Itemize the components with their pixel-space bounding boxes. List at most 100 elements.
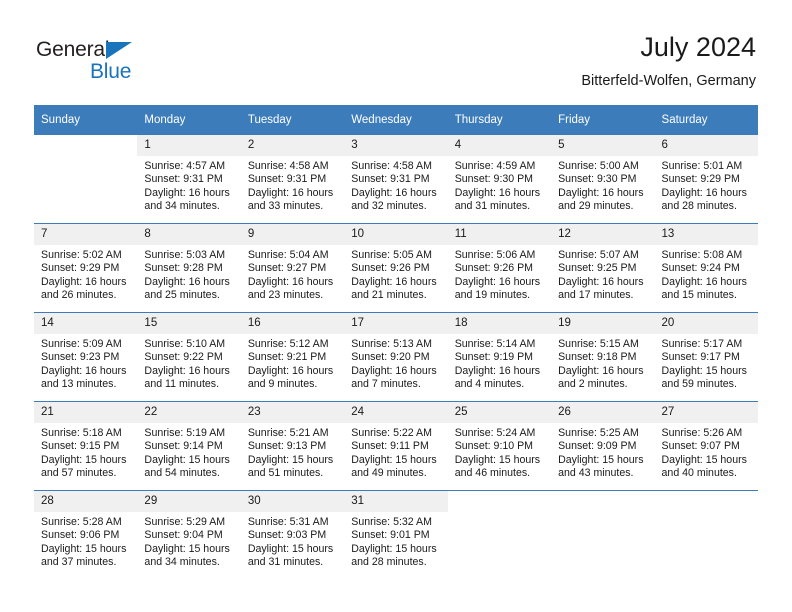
day-number: 25	[447, 402, 552, 423]
logo-text-general: General	[36, 38, 110, 61]
sunrise-text: Sunrise: 5:02 AM	[41, 249, 122, 261]
day-cell[interactable]: 5 Sunrise: 5:00 AM Sunset: 9:30 PM Dayli…	[551, 134, 655, 224]
day-cell[interactable]: 10 Sunrise: 5:05 AM Sunset: 9:26 PM Dayl…	[344, 223, 448, 313]
calendar-grid: Sunday Monday Tuesday Wednesday Thursday…	[34, 105, 758, 579]
day-cell[interactable]: 28 Sunrise: 5:28 AM Sunset: 9:06 PM Dayl…	[34, 490, 138, 579]
day-number: 19	[551, 313, 655, 334]
daylight-text-line2: and 25 minutes.	[144, 289, 220, 302]
day-number: 12	[551, 224, 655, 245]
calendar-week-row: 28 Sunrise: 5:28 AM Sunset: 9:06 PM Dayl…	[34, 490, 758, 579]
sunrise-text: Sunrise: 5:22 AM	[351, 427, 432, 439]
day-number: 20	[654, 313, 758, 334]
day-details: Sunrise: 5:02 AM Sunset: 9:29 PM Dayligh…	[34, 245, 137, 303]
day-details: Sunrise: 5:01 AM Sunset: 9:29 PM Dayligh…	[655, 156, 758, 214]
daylight-text-line2: and 31 minutes.	[247, 556, 324, 569]
day-details: Sunrise: 5:31 AM Sunset: 9:03 PM Dayligh…	[241, 512, 344, 570]
day-cell	[34, 134, 138, 224]
sunrise-text: Sunrise: 5:07 AM	[558, 249, 639, 261]
day-cell[interactable]: 16 Sunrise: 5:12 AM Sunset: 9:21 PM Dayl…	[240, 312, 345, 402]
sunrise-text: Sunrise: 5:17 AM	[661, 338, 743, 350]
sunrise-text: Sunrise: 5:15 AM	[558, 338, 639, 350]
day-number: 17	[344, 313, 448, 334]
day-cell[interactable]: 4 Sunrise: 4:59 AM Sunset: 9:30 PM Dayli…	[447, 134, 552, 224]
day-number: 9	[240, 224, 345, 245]
day-cell[interactable]: 6 Sunrise: 5:01 AM Sunset: 9:29 PM Dayli…	[654, 134, 758, 224]
day-cell[interactable]: 11 Sunrise: 5:06 AM Sunset: 9:26 PM Dayl…	[447, 223, 552, 313]
title-block: July 2024 Bitterfeld-Wolfen, Germany	[581, 30, 756, 91]
day-cell[interactable]: 15 Sunrise: 5:10 AM Sunset: 9:22 PM Dayl…	[137, 312, 241, 402]
sunrise-text: Sunrise: 5:06 AM	[454, 249, 536, 261]
sunset-text: Sunset: 9:23 PM	[41, 351, 120, 364]
sunset-text: Sunset: 9:26 PM	[454, 262, 534, 275]
day-details: Sunrise: 5:24 AM Sunset: 9:10 PM Dayligh…	[448, 423, 551, 481]
day-number: 30	[240, 491, 345, 512]
daylight-text-line1: Daylight: 15 hours	[41, 542, 127, 555]
day-details: Sunrise: 5:22 AM Sunset: 9:11 PM Dayligh…	[344, 423, 447, 481]
day-cell[interactable]: 1 Sunrise: 4:57 AM Sunset: 9:31 PM Dayli…	[137, 134, 241, 224]
sunset-text: Sunset: 9:24 PM	[661, 262, 740, 275]
day-cell[interactable]: 18 Sunrise: 5:14 AM Sunset: 9:19 PM Dayl…	[447, 312, 552, 402]
day-cell[interactable]: 30 Sunrise: 5:31 AM Sunset: 9:03 PM Dayl…	[240, 490, 345, 579]
day-number: 4	[447, 135, 552, 156]
day-number: 18	[447, 313, 552, 334]
sunrise-text: Sunrise: 5:04 AM	[247, 249, 329, 261]
sunrise-text: Sunrise: 4:58 AM	[247, 160, 329, 172]
daylight-text-line1: Daylight: 16 hours	[144, 275, 230, 288]
daylight-text-line2: and 2 minutes.	[558, 378, 628, 391]
daylight-text-line2: and 11 minutes.	[144, 378, 220, 391]
daylight-text-line1: Daylight: 16 hours	[454, 275, 541, 288]
daylight-text-line2: and 34 minutes.	[144, 556, 220, 569]
day-cell[interactable]: 22 Sunrise: 5:19 AM Sunset: 9:14 PM Dayl…	[137, 401, 241, 491]
sunrise-text: Sunrise: 5:31 AM	[247, 516, 329, 528]
day-cell[interactable]: 19 Sunrise: 5:15 AM Sunset: 9:18 PM Dayl…	[551, 312, 655, 402]
daylight-text-line1: Daylight: 15 hours	[247, 542, 334, 555]
sunset-text: Sunset: 9:17 PM	[661, 351, 740, 364]
day-number: 11	[447, 224, 552, 245]
day-cell[interactable]: 26 Sunrise: 5:25 AM Sunset: 9:09 PM Dayl…	[551, 401, 655, 491]
day-cell[interactable]: 17 Sunrise: 5:13 AM Sunset: 9:20 PM Dayl…	[344, 312, 448, 402]
day-cell[interactable]: 24 Sunrise: 5:22 AM Sunset: 9:11 PM Dayl…	[344, 401, 448, 491]
day-cell[interactable]: 31 Sunrise: 5:32 AM Sunset: 9:01 PM Dayl…	[344, 490, 448, 579]
day-details: Sunrise: 5:07 AM Sunset: 9:25 PM Dayligh…	[551, 245, 654, 303]
day-cell[interactable]: 7 Sunrise: 5:02 AM Sunset: 9:29 PM Dayli…	[34, 223, 138, 313]
day-details: Sunrise: 4:58 AM Sunset: 9:31 PM Dayligh…	[241, 156, 344, 214]
daylight-text-line1: Daylight: 16 hours	[351, 186, 437, 199]
daylight-text-line1: Daylight: 16 hours	[144, 364, 230, 377]
daylight-text-line2: and 43 minutes.	[558, 467, 634, 480]
sunset-text: Sunset: 9:26 PM	[351, 262, 430, 275]
day-cell[interactable]: 3 Sunrise: 4:58 AM Sunset: 9:31 PM Dayli…	[344, 134, 448, 224]
day-number: 2	[240, 135, 345, 156]
weekday-header-sunday: Sunday	[34, 105, 138, 135]
daylight-text-line2: and 15 minutes.	[661, 289, 737, 302]
daylight-text-line2: and 32 minutes.	[351, 200, 427, 213]
daylight-text-line2: and 28 minutes.	[661, 200, 737, 213]
day-number	[34, 135, 138, 156]
day-cell[interactable]: 25 Sunrise: 5:24 AM Sunset: 9:10 PM Dayl…	[447, 401, 552, 491]
day-cell[interactable]: 14 Sunrise: 5:09 AM Sunset: 9:23 PM Dayl…	[34, 312, 138, 402]
sunrise-text: Sunrise: 5:10 AM	[144, 338, 226, 350]
day-details: Sunrise: 5:26 AM Sunset: 9:07 PM Dayligh…	[655, 423, 758, 481]
day-cell[interactable]: 13 Sunrise: 5:08 AM Sunset: 9:24 PM Dayl…	[654, 223, 758, 313]
day-cell[interactable]: 29 Sunrise: 5:29 AM Sunset: 9:04 PM Dayl…	[137, 490, 241, 579]
day-cell[interactable]: 12 Sunrise: 5:07 AM Sunset: 9:25 PM Dayl…	[551, 223, 655, 313]
day-cell[interactable]: 20 Sunrise: 5:17 AM Sunset: 9:17 PM Dayl…	[654, 312, 758, 402]
day-number: 23	[240, 402, 345, 423]
daylight-text-line2: and 40 minutes.	[661, 467, 737, 480]
daylight-text-line2: and 54 minutes.	[144, 467, 220, 480]
sunset-text: Sunset: 9:31 PM	[351, 173, 430, 186]
day-cell[interactable]: 9 Sunrise: 5:04 AM Sunset: 9:27 PM Dayli…	[240, 223, 345, 313]
day-cell[interactable]: 23 Sunrise: 5:21 AM Sunset: 9:13 PM Dayl…	[240, 401, 345, 491]
weekday-header-saturday: Saturday	[654, 105, 758, 135]
day-number: 14	[34, 313, 138, 334]
day-number: 13	[654, 224, 758, 245]
day-details: Sunrise: 5:29 AM Sunset: 9:04 PM Dayligh…	[137, 512, 240, 570]
daylight-text-line2: and 51 minutes.	[247, 467, 324, 480]
daylight-text-line1: Daylight: 16 hours	[351, 275, 437, 288]
general-blue-logo[interactable]: General Blue	[36, 38, 166, 86]
day-cell[interactable]: 21 Sunrise: 5:18 AM Sunset: 9:15 PM Dayl…	[34, 401, 138, 491]
day-details: Sunrise: 5:18 AM Sunset: 9:15 PM Dayligh…	[34, 423, 137, 481]
day-cell[interactable]: 2 Sunrise: 4:58 AM Sunset: 9:31 PM Dayli…	[240, 134, 345, 224]
day-cell[interactable]: 8 Sunrise: 5:03 AM Sunset: 9:28 PM Dayli…	[137, 223, 241, 313]
day-cell[interactable]: 27 Sunrise: 5:26 AM Sunset: 9:07 PM Dayl…	[654, 401, 758, 491]
day-cell	[447, 490, 552, 579]
